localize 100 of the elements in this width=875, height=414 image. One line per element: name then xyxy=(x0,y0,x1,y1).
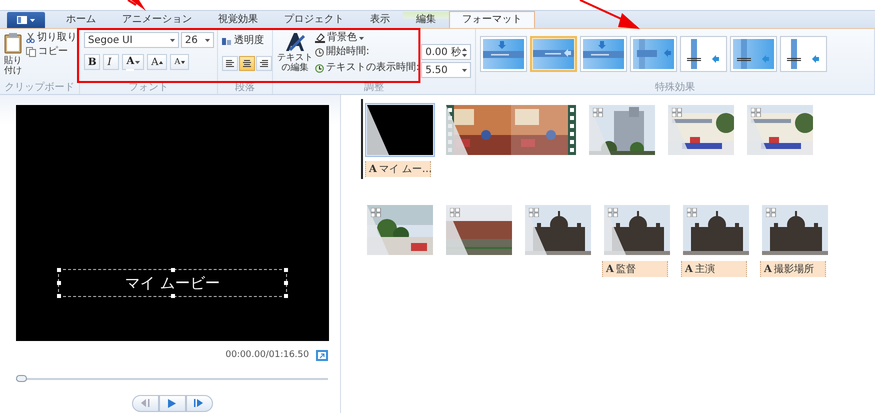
app-menu-button[interactable] xyxy=(7,12,45,28)
align-icon[interactable] xyxy=(226,60,234,67)
effect-thumbnail[interactable] xyxy=(530,36,578,72)
resize-handle[interactable] xyxy=(57,268,61,272)
transition-icon[interactable] xyxy=(589,105,611,155)
transition-icon[interactable] xyxy=(525,205,547,255)
edit-text-button[interactable]: テキスト の編集 xyxy=(277,32,313,82)
slider-thumb[interactable] xyxy=(16,374,27,382)
resize-handle[interactable] xyxy=(284,294,288,298)
play-icon[interactable] xyxy=(168,398,176,408)
clip-frame[interactable] xyxy=(602,203,672,257)
copy-button[interactable]: コピー xyxy=(26,46,77,58)
transition-icon[interactable] xyxy=(446,105,468,155)
group-label: クリップボード xyxy=(4,82,75,94)
clip-frame[interactable] xyxy=(745,103,815,157)
clip-frame[interactable] xyxy=(365,203,435,257)
clip-frame[interactable] xyxy=(365,103,435,157)
resize-handle[interactable] xyxy=(57,281,61,285)
transition-icon[interactable] xyxy=(604,205,626,255)
effect-thumbnail[interactable] xyxy=(480,36,528,72)
dropdown-caret-icon[interactable] xyxy=(462,68,468,72)
caption-clip[interactable]: A 監督 xyxy=(602,261,668,277)
dropdown-caret-icon[interactable] xyxy=(170,38,175,42)
clip-frame[interactable] xyxy=(666,103,736,157)
resize-handle[interactable] xyxy=(284,281,288,285)
ribbon-tab[interactable]: ホーム xyxy=(53,11,109,28)
resize-handle[interactable] xyxy=(57,294,61,298)
align-icon[interactable] xyxy=(243,60,251,67)
effect-thumbnail[interactable] xyxy=(680,36,728,72)
ribbon-tab[interactable]: フォーマット xyxy=(449,11,535,28)
increase-icon xyxy=(159,60,164,64)
ribbon-tab[interactable]: プロジェクト xyxy=(271,11,357,28)
transition-icon[interactable] xyxy=(367,105,389,155)
grow-font-button[interactable]: A xyxy=(147,54,168,70)
effect-thumbnail[interactable] xyxy=(580,36,628,72)
resize-handle[interactable] xyxy=(170,294,174,298)
ribbon-tab[interactable]: アニメーション xyxy=(109,11,205,28)
clock-icon xyxy=(315,64,324,72)
text-duration-dropdown[interactable]: 5.50 xyxy=(421,62,472,78)
align-icon[interactable] xyxy=(260,60,268,67)
align-center-button[interactable] xyxy=(239,56,255,71)
bold-button[interactable]: B xyxy=(84,54,100,70)
pan-zoom-icon[interactable] xyxy=(751,108,761,117)
pan-zoom-icon[interactable] xyxy=(687,208,697,217)
caption-clip[interactable]: A マイ ムー… xyxy=(365,161,431,177)
resize-handle[interactable] xyxy=(170,268,174,272)
dropdown-caret-icon[interactable] xyxy=(205,38,210,42)
clip-frame[interactable] xyxy=(587,103,657,157)
pan-zoom-icon[interactable] xyxy=(371,208,381,217)
font-family-dropdown[interactable]: Segoe UI xyxy=(84,32,179,48)
pan-zoom-icon[interactable] xyxy=(766,208,776,217)
pan-zoom-icon[interactable] xyxy=(672,108,682,117)
ribbon-tab[interactable]: 視覚効果 xyxy=(205,11,271,28)
background-color-button[interactable]: 背景色 xyxy=(315,32,420,44)
annotation-arrow xyxy=(580,0,640,29)
pan-zoom-icon[interactable] xyxy=(450,208,460,217)
transparency-button[interactable]: 透明度 xyxy=(222,35,272,47)
pan-zoom-icon[interactable] xyxy=(608,208,618,217)
group-label: フォント xyxy=(128,82,170,94)
window-icon[interactable] xyxy=(17,16,27,24)
resize-handle[interactable] xyxy=(284,268,288,272)
dropdown-caret-icon[interactable] xyxy=(30,18,35,22)
transition-icon[interactable] xyxy=(367,205,389,255)
shrink-font-button[interactable]: A xyxy=(170,54,190,70)
pen-letter-icon xyxy=(284,32,306,52)
copy-icon xyxy=(26,47,36,57)
text-icon: A xyxy=(764,262,772,276)
spinner-arrows-icon[interactable] xyxy=(462,48,468,56)
caption-clip[interactable]: A 撮影場所 xyxy=(760,261,826,277)
clip-frame[interactable] xyxy=(444,203,514,257)
caption-clip[interactable]: A 主演 xyxy=(681,261,747,277)
italic-button[interactable]: I xyxy=(103,54,120,70)
effect-thumbnail[interactable] xyxy=(630,36,678,72)
font-color-button[interactable]: A xyxy=(122,54,144,70)
paint-bucket-icon xyxy=(315,33,325,43)
align-right-button[interactable] xyxy=(256,56,272,71)
clip-frame[interactable] xyxy=(681,203,751,257)
text-icon: A xyxy=(369,162,377,176)
next-frame-button[interactable] xyxy=(186,394,212,412)
align-left-button[interactable] xyxy=(222,56,238,71)
clipboard-icon xyxy=(4,32,22,54)
pan-zoom-icon[interactable] xyxy=(529,208,539,217)
paste-button[interactable]: 貼り 付け xyxy=(4,32,22,82)
ribbon-tab[interactable]: 表示 xyxy=(357,11,403,28)
effect-thumbnail[interactable] xyxy=(730,36,778,72)
font-size-dropdown[interactable]: 26 xyxy=(181,32,214,48)
caption-text: 主演 xyxy=(694,262,715,276)
play-button[interactable] xyxy=(158,394,186,412)
cut-button[interactable]: 切り取り xyxy=(26,32,77,44)
next-frame-icon[interactable] xyxy=(194,399,204,407)
effect-thumbnail[interactable] xyxy=(780,36,828,72)
decrease-icon xyxy=(181,60,186,64)
dropdown-caret-icon xyxy=(359,36,364,40)
clip-frame[interactable] xyxy=(523,203,593,257)
playback-time: 00:00.00/01:16.50 xyxy=(225,349,309,362)
pan-zoom-icon[interactable] xyxy=(593,108,603,117)
clip-frame[interactable] xyxy=(760,203,830,257)
fullscreen-icon[interactable] xyxy=(316,350,328,362)
start-time-spinner[interactable]: 0.00 秒 xyxy=(421,44,472,60)
title-text-box[interactable]: マイ ムービー xyxy=(58,269,287,297)
